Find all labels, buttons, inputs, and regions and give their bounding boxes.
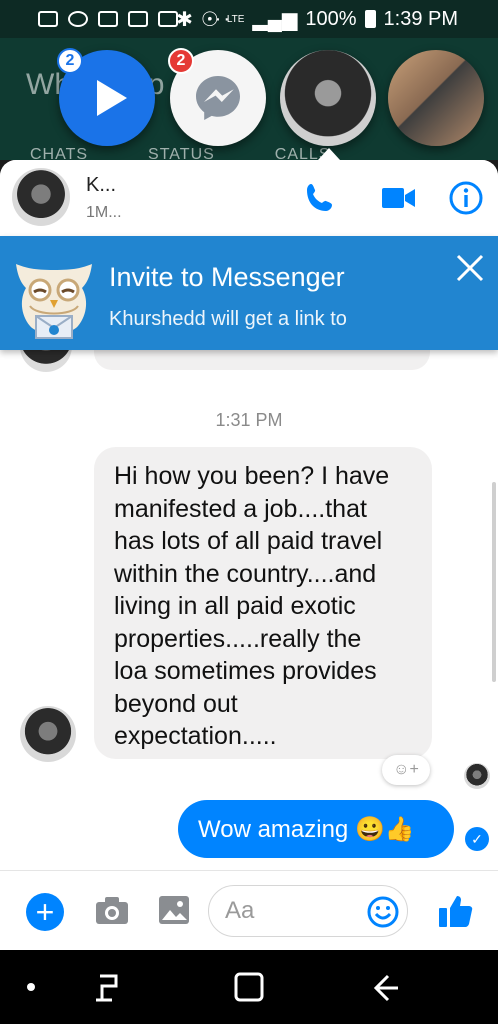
plus-icon[interactable]: +: [26, 893, 64, 931]
chat-head-pointer: [318, 148, 340, 160]
contact-avatar[interactable]: [12, 168, 70, 226]
background-tab: CHATS: [30, 146, 89, 160]
close-icon[interactable]: [452, 250, 488, 286]
delivered-check-icon: ✓: [465, 827, 489, 851]
battery-icon: [364, 10, 376, 28]
nav-dot-icon[interactable]: [27, 983, 35, 991]
gallery-icon: [158, 11, 178, 27]
seen-indicator-avatar: [464, 763, 490, 789]
contact-name[interactable]: K...: [86, 174, 116, 197]
facebook-icon: [38, 11, 58, 27]
unread-badge: 2: [57, 48, 83, 74]
status-time: 1:39 PM: [383, 7, 458, 30]
battery-percent: 100%: [305, 7, 357, 30]
messenger-icon: [196, 76, 240, 120]
chat-window: K... 1M... Invite to Messenger Khurshedd…: [0, 160, 498, 950]
unread-badge: 2: [168, 48, 194, 74]
invite-banner[interactable]: Invite to Messenger Khurshedd will get a…: [0, 236, 498, 350]
background-app-tabs: CHATS STATUS CALLS: [30, 146, 331, 160]
background-tab: STATUS: [148, 146, 215, 160]
signal-icon: ▂▄▆: [252, 8, 298, 31]
composer-bar: + Aa: [0, 870, 498, 950]
owl-mascot-icon: [16, 264, 92, 339]
email-icon: [98, 11, 118, 27]
chat-head-messenger[interactable]: 2: [168, 48, 266, 146]
bluetooth-icon: ✱: [176, 8, 193, 31]
chat-head-contact[interactable]: [280, 50, 376, 146]
alarm-icon: ☉: [200, 8, 219, 31]
back-icon[interactable]: [368, 970, 404, 1006]
camera-icon[interactable]: [94, 893, 130, 927]
navigation-bar: [0, 950, 498, 1024]
gmail-icon: [128, 11, 148, 27]
video-call-icon[interactable]: [378, 178, 418, 218]
invite-subtitle: Khurshedd will get a link to: [109, 308, 347, 330]
scrollbar[interactable]: [492, 482, 496, 682]
system-icons: ✱ ☉ LTE ▂▄▆ 100% 1:39 PM: [176, 7, 458, 32]
outgoing-message-bubble[interactable]: Wow amazing 😀👍: [178, 800, 454, 858]
play-icon: [97, 80, 127, 116]
messenger-notification-icon: [68, 11, 88, 27]
phone-icon[interactable]: [300, 178, 340, 218]
emoji-icon[interactable]: [366, 895, 400, 929]
message-list[interactable]: 1:31 PM Hi how you been? I have manifest…: [0, 332, 498, 870]
message-timestamp: 1:31 PM: [215, 410, 283, 430]
home-icon[interactable]: [232, 970, 266, 1004]
incoming-message-bubble[interactable]: Hi how you been? I have manifested a job…: [94, 447, 432, 759]
info-icon[interactable]: [446, 178, 486, 218]
invite-title: Invite to Messenger: [109, 262, 345, 292]
chat-head-group[interactable]: [388, 50, 484, 146]
add-reaction-button[interactable]: ☺+: [382, 755, 430, 785]
contact-status: 1M...: [86, 204, 122, 221]
thumbs-up-icon[interactable]: [436, 891, 476, 931]
status-bar: ··· ✱ ☉ LTE ▂▄▆ 100% 1:39 PM: [0, 0, 498, 38]
sender-avatar[interactable]: [20, 706, 76, 762]
network-type: LTE: [226, 13, 245, 25]
recent-apps-icon[interactable]: [92, 970, 128, 1006]
chat-head-play[interactable]: 2: [57, 48, 155, 146]
image-icon[interactable]: [156, 893, 192, 927]
chat-header: K... 1M...: [0, 160, 498, 236]
